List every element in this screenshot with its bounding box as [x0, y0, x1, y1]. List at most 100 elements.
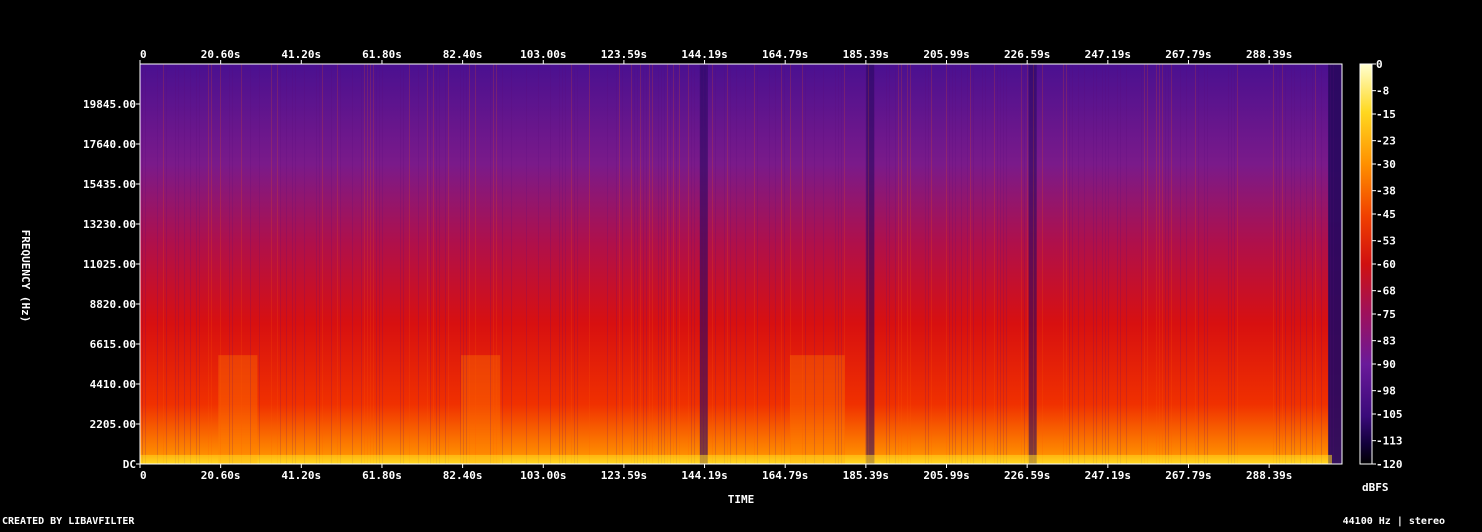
texture-stripe — [694, 64, 695, 464]
texture-stripe — [364, 64, 365, 464]
texture-stripe — [1021, 64, 1022, 464]
y-tick-label: 19845.00 — [83, 98, 136, 111]
texture-stripe — [985, 64, 986, 464]
texture-stripe — [649, 64, 650, 464]
texture-stripe — [211, 64, 212, 464]
texture-stripe — [640, 64, 641, 464]
colorbar-tick-label: -120 — [1376, 458, 1403, 471]
texture-stripe — [502, 64, 503, 464]
texture-stripe — [631, 64, 632, 464]
texture-stripe — [1126, 64, 1127, 464]
quiet-segment — [866, 64, 875, 464]
texture-stripe — [886, 64, 887, 464]
texture-stripe — [562, 64, 563, 464]
x-tick-label-top: 20.60s — [201, 48, 241, 61]
texture-stripe — [982, 64, 983, 464]
texture-stripe — [1291, 64, 1292, 464]
texture-stripe — [727, 64, 728, 464]
texture-stripe — [703, 64, 704, 464]
texture-stripe — [970, 64, 971, 464]
texture-stripe — [469, 64, 470, 464]
colorbar-tick-label: -38 — [1376, 185, 1396, 198]
texture-stripe — [208, 64, 209, 464]
texture-stripe — [691, 64, 692, 464]
texture-stripe — [295, 64, 296, 464]
texture-stripe — [967, 64, 968, 464]
texture-stripe — [844, 64, 845, 464]
spectrogram-view: 0 20.60s 41.20s 61.80s 82.40s 103.00s 123.59s 1… — [0, 0, 1482, 528]
texture-stripe — [526, 64, 527, 464]
texture-stripe — [259, 64, 260, 464]
quiet-segment — [1028, 64, 1037, 464]
texture-stripe — [1024, 64, 1025, 464]
colorbar-tick-label: -113 — [1376, 435, 1403, 448]
texture-stripe — [1141, 64, 1142, 464]
texture-stripe — [1072, 64, 1073, 464]
x-tick-label-bottom: 82.40s — [443, 469, 483, 482]
texture-stripe — [418, 64, 419, 464]
x-tick-label-top: 61.80s — [362, 48, 402, 61]
texture-stripe — [241, 64, 242, 464]
texture-stripe — [448, 64, 449, 464]
texture-stripe — [910, 64, 911, 464]
texture-stripe — [304, 64, 305, 464]
texture-stripe — [559, 64, 560, 464]
texture-stripe — [496, 64, 497, 464]
texture-stripe — [1006, 64, 1007, 464]
texture-stripe — [1321, 64, 1322, 464]
texture-stripe — [1108, 64, 1109, 464]
texture-stripe — [661, 64, 662, 464]
x-tick-label-top: 267.79s — [1165, 48, 1211, 61]
texture-stripe — [1198, 64, 1199, 464]
texture-stripe — [1171, 64, 1172, 464]
x-tick-label-top: 205.99s — [923, 48, 969, 61]
footer-credit: CREATED BY LIBAVFILTER — [2, 516, 135, 527]
texture-stripe — [838, 64, 839, 464]
texture-stripe — [1096, 64, 1097, 464]
texture-stripe — [667, 64, 668, 464]
x-tick-label-bottom: 61.80s — [362, 469, 402, 482]
y-tick-label: 11025.00 — [83, 258, 136, 271]
x-axis-bottom: 0 20.60s 41.20s 61.80s 82.40s 103.00s 123.59s 1… — [139, 464, 1292, 482]
texture-stripe — [907, 64, 908, 464]
y-tick-label: 17640.00 — [83, 138, 136, 151]
colorbar-tick-label: -83 — [1376, 335, 1396, 348]
texture-stripe — [928, 64, 929, 464]
texture-stripe — [607, 64, 608, 464]
colorbar-tick-label: -60 — [1376, 258, 1396, 271]
texture-stripe — [730, 64, 731, 464]
texture-stripe — [1117, 64, 1118, 464]
texture-stripe — [1195, 64, 1196, 464]
texture-stripe — [637, 64, 638, 464]
texture-stripe — [427, 64, 428, 464]
texture-stripe — [166, 64, 167, 464]
texture-stripe — [1237, 64, 1238, 464]
texture-stripe — [1231, 64, 1232, 464]
texture-stripe — [340, 64, 341, 464]
texture-stripe — [1294, 64, 1295, 464]
texture-stripe — [724, 64, 725, 464]
texture-stripe — [664, 64, 665, 464]
texture-stripe — [1315, 64, 1316, 464]
y-axis: DC 2205.00 4410.00 6615.00 8820.00 11025.00 13… — [83, 98, 140, 471]
texture-stripe — [460, 64, 461, 464]
texture-stripe — [232, 64, 233, 464]
texture-stripe — [1027, 64, 1028, 464]
colorbar-label: dBFS — [1362, 481, 1389, 494]
texture-stripe — [1063, 64, 1064, 464]
texture-stripe — [1279, 64, 1280, 464]
texture-stripe — [1186, 64, 1187, 464]
texture-stripe — [163, 64, 164, 464]
texture-stripe — [400, 64, 401, 464]
colorbar-tick-label: -23 — [1376, 135, 1396, 148]
texture-stripe — [643, 64, 644, 464]
y-tick-label: 2205.00 — [90, 418, 136, 431]
texture-stripe — [1066, 64, 1067, 464]
texture-stripe — [145, 64, 146, 464]
tonal-band — [218, 355, 258, 464]
texture-stripe — [874, 64, 875, 464]
texture-stripe — [316, 64, 317, 464]
texture-stripe — [319, 64, 320, 464]
texture-stripe — [955, 64, 956, 464]
texture-stripe — [679, 64, 680, 464]
